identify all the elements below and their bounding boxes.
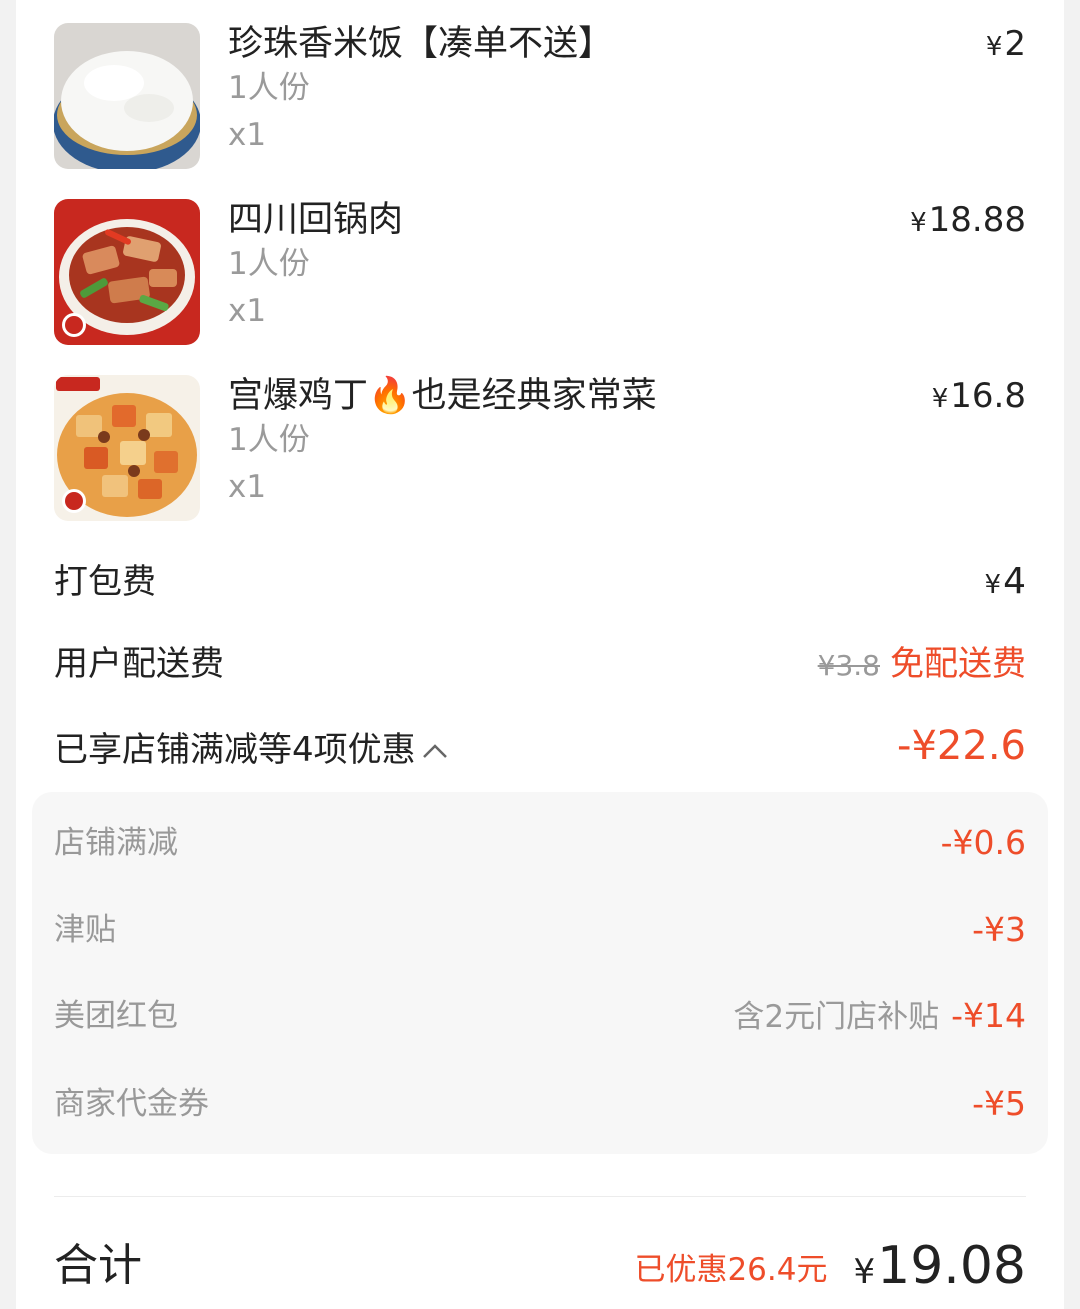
- item-price: ¥2: [986, 23, 1026, 68]
- discount-value: 含2元门店补贴 -¥14: [733, 991, 1026, 1042]
- delivery-fee-label: 用户配送费: [54, 644, 224, 684]
- discount-note: 含2元门店补贴: [733, 999, 940, 1035]
- item-price: ¥18.88: [910, 199, 1026, 244]
- order-item[interactable]: 四川回锅肉 1人份 x1 ¥18.88: [54, 199, 1026, 345]
- free-delivery-text: 免配送费: [890, 644, 1026, 684]
- total-summary: 已优惠26.4元 ¥19.08: [634, 1236, 1026, 1296]
- item-quantity: x1: [228, 293, 267, 329]
- chevron-up-icon[interactable]: [420, 728, 450, 776]
- delivery-fee-row: 用户配送费 ¥3.8 免配送费: [54, 634, 1026, 694]
- discount-summary-row[interactable]: 已享店铺满减等4项优惠 -¥22.6: [54, 720, 1026, 780]
- discount-row: 店铺满减 -¥0.6: [54, 818, 1026, 868]
- item-name: 珍珠香米饭【凑单不送】: [228, 24, 614, 64]
- rice-bowl-image: [54, 23, 200, 169]
- packing-fee-value: ¥4: [985, 558, 1026, 609]
- discount-label: 津贴: [54, 912, 116, 948]
- divider: [54, 1196, 1026, 1197]
- item-spec: 1人份: [228, 70, 310, 106]
- delivery-fee-original: ¥3.8: [817, 649, 880, 682]
- total-label: 合计: [54, 1240, 142, 1291]
- currency-symbol: ¥: [853, 1252, 876, 1292]
- total-price-value: 19.08: [877, 1236, 1026, 1296]
- currency-symbol: ¥: [910, 208, 927, 238]
- item-price-value: 18.88: [928, 200, 1026, 240]
- delivery-fee-value: ¥3.8 免配送费: [818, 640, 1026, 690]
- discount-label: 商家代金券: [54, 1086, 209, 1122]
- kung-pao-chicken-image: [54, 375, 200, 521]
- item-name: 宫爆鸡丁🔥也是经典家常菜: [228, 376, 657, 416]
- packing-fee-label: 打包费: [54, 562, 156, 602]
- discount-breakdown: 店铺满减 -¥0.6 津贴 -¥3 美团红包 含2元门店补贴 -¥14 商家代金券…: [32, 792, 1048, 1154]
- discount-value: -¥0.6: [940, 823, 1026, 862]
- item-spec: 1人份: [228, 246, 310, 282]
- item-price: ¥16.8: [932, 375, 1026, 420]
- discount-row: 美团红包 含2元门店补贴 -¥14: [54, 991, 1026, 1041]
- packing-fee-amount: 4: [1003, 561, 1026, 602]
- discount-value: -¥5: [972, 1084, 1026, 1123]
- item-quantity: x1: [228, 469, 267, 505]
- total-price: ¥19.08: [853, 1236, 1026, 1296]
- item-price-value: 2: [1004, 24, 1026, 64]
- discount-summary-text: 已享店铺满减等4项优惠: [54, 730, 416, 770]
- currency-symbol: ¥: [984, 570, 1002, 600]
- discount-label: 美团红包: [54, 998, 178, 1034]
- order-item[interactable]: 宫爆鸡丁🔥也是经典家常菜 1人份 x1 ¥16.8: [54, 375, 1026, 521]
- discount-amount: -¥14: [951, 996, 1026, 1035]
- item-price-value: 16.8: [950, 376, 1026, 416]
- currency-symbol: ¥: [985, 32, 1003, 62]
- discount-summary-label: 已享店铺满减等4项优惠: [54, 726, 450, 776]
- currency-symbol: ¥: [931, 384, 949, 414]
- twice-cooked-pork-image: [54, 199, 200, 345]
- item-name: 四川回锅肉: [228, 200, 404, 240]
- discount-row: 津贴 -¥3: [54, 905, 1026, 955]
- item-quantity: x1: [228, 117, 267, 153]
- total-saved-text: 已优惠26.4元: [634, 1251, 828, 1288]
- discount-summary-value: -¥22.6: [897, 723, 1026, 769]
- discount-label: 店铺满减: [54, 825, 178, 861]
- item-spec: 1人份: [228, 422, 310, 458]
- packing-fee-row: 打包费 ¥4: [54, 552, 1026, 612]
- order-item[interactable]: 珍珠香米饭【凑单不送】 1人份 x1 ¥2: [54, 23, 1026, 169]
- discount-value: -¥3: [972, 910, 1026, 949]
- discount-row: 商家代金券 -¥5: [54, 1079, 1026, 1129]
